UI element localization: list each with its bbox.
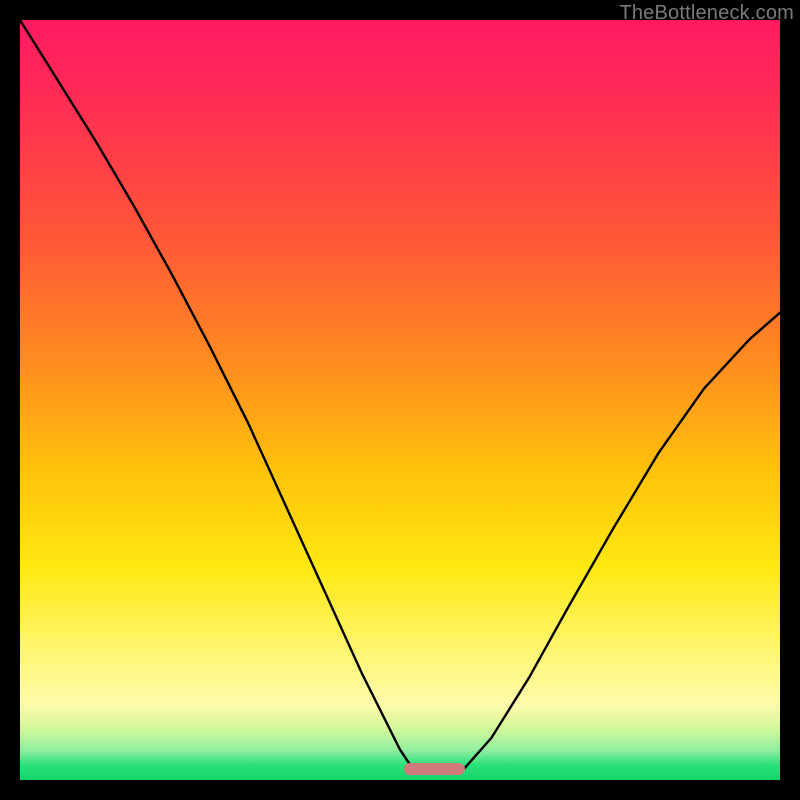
plot-frame: [20, 20, 780, 780]
gradient-background: [20, 20, 780, 780]
bottleneck-marker: [404, 763, 465, 775]
